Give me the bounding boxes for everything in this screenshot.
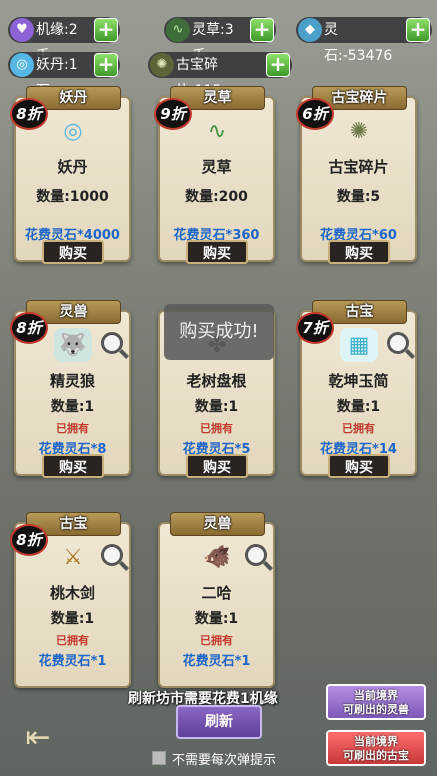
- jade-icon[interactable]: ▦: [340, 328, 378, 362]
- item-quantity: 数量:1000: [36, 189, 109, 205]
- item-name: 灵草: [201, 158, 232, 176]
- shop-card: 古宝 8折 ⚔ 桃木剑 数量:1 已拥有 花费灵石*1: [10, 512, 135, 690]
- shop-card: 古宝碎片 6折 ✺ 古宝碎片 数量:5 花费灵石*60 购买: [296, 86, 421, 264]
- realm-treasure-line2: 可刷出的古宝: [343, 749, 409, 762]
- item-name: 乾坤玉简: [328, 372, 389, 390]
- item-quantity: 数量:1: [50, 399, 95, 415]
- realm-treasure-button[interactable]: 当前境界 可刷出的古宝: [326, 730, 426, 766]
- refresh-button[interactable]: 刷新: [176, 705, 262, 739]
- herb-icon[interactable]: ∿: [198, 114, 236, 148]
- sword-icon[interactable]: ⚔: [54, 540, 92, 574]
- wolf-icon[interactable]: 🐺: [54, 328, 92, 362]
- lingshi-label: 灵石:-53476: [324, 22, 393, 64]
- buy-button[interactable]: 购买: [328, 454, 390, 478]
- exit-icon[interactable]: ⇤: [16, 718, 60, 758]
- item-cost: 花费灵石*1: [38, 654, 107, 669]
- resource-yaodan: ◎ 妖丹:1万 +: [8, 52, 120, 99]
- owned-label: 已拥有: [342, 422, 375, 435]
- resource-jiyuan: ♥ 机缘:2千 +: [8, 17, 120, 64]
- fragment-icon[interactable]: ✺: [340, 114, 378, 148]
- orb-icon[interactable]: ◎: [54, 114, 92, 148]
- shop-card: 妖丹 8折 ◎ 妖丹 数量:1000 花费灵石*4000 购买: [10, 86, 135, 264]
- herb-icon: ∿: [166, 18, 190, 42]
- realm-beast-button[interactable]: 当前境界 可刷出的灵兽: [326, 684, 426, 720]
- realm-beast-line2: 可刷出的灵兽: [343, 703, 409, 716]
- magnifier-icon[interactable]: [101, 544, 123, 566]
- item-name: 二哈: [201, 584, 232, 602]
- owned-label: 已拥有: [200, 422, 233, 435]
- item-name: 精灵狼: [49, 372, 95, 390]
- no-prompt-checkbox[interactable]: [152, 751, 166, 765]
- item-quantity: 数量:1: [50, 611, 95, 627]
- magnifier-icon[interactable]: [245, 544, 267, 566]
- item-quantity: 数量:1: [194, 399, 239, 415]
- item-quantity: 数量:200: [185, 189, 248, 205]
- item-quantity: 数量:1: [336, 399, 381, 415]
- discount-badge: 6折: [296, 98, 334, 130]
- item-name: 桃木剑: [49, 584, 95, 602]
- buy-button[interactable]: 购买: [186, 240, 248, 264]
- buy-button[interactable]: 购买: [328, 240, 390, 264]
- resource-lingcao: ∿ 灵草:3千 +: [164, 17, 276, 64]
- realm-treasure-line1: 当前境界: [354, 735, 398, 748]
- realm-beast-line1: 当前境界: [354, 689, 398, 702]
- item-name: 老树盘根: [186, 372, 247, 390]
- owned-label: 已拥有: [200, 634, 233, 647]
- buy-button[interactable]: 购买: [186, 454, 248, 478]
- add-yaodan-button[interactable]: +: [94, 53, 118, 77]
- add-lingshi-button[interactable]: +: [406, 18, 430, 42]
- item-cost: 花费灵石*1: [182, 654, 251, 669]
- resource-fragment: ✺ 古宝碎片:115 +: [148, 52, 292, 99]
- beast-icon[interactable]: 🐗: [198, 540, 236, 574]
- item-name: 古宝碎片: [328, 158, 389, 176]
- owned-label: 已拥有: [56, 634, 89, 647]
- card-ribbon: 灵兽: [170, 512, 265, 536]
- add-jiyuan-button[interactable]: +: [94, 18, 118, 42]
- magnifier-icon[interactable]: [387, 332, 409, 354]
- resource-lingshi: ◆ 灵石:-53476 +: [296, 17, 432, 64]
- item-quantity: 数量:5: [336, 189, 381, 205]
- buy-button[interactable]: 购买: [42, 454, 104, 478]
- add-lingcao-button[interactable]: +: [250, 18, 274, 42]
- heart-icon: ♥: [10, 18, 34, 42]
- add-fragment-button[interactable]: +: [266, 53, 290, 77]
- owned-label: 已拥有: [56, 422, 89, 435]
- discount-badge: 8折: [10, 524, 48, 556]
- no-prompt-label: 不需要每次弹提示: [172, 753, 277, 768]
- orb-icon: ◎: [10, 53, 34, 77]
- magnifier-icon[interactable]: [101, 332, 123, 354]
- shop-card: 灵草 9折 ∿ 灵草 数量:200 花费灵石*360 购买: [154, 86, 279, 264]
- crystal-icon: ◆: [298, 18, 322, 42]
- purchase-success-toast: 购买成功!: [164, 304, 274, 360]
- discount-badge: 8折: [10, 98, 48, 130]
- item-name: 妖丹: [57, 158, 88, 176]
- buy-button[interactable]: 购买: [42, 240, 104, 264]
- discount-badge: 7折: [296, 312, 334, 344]
- shop-card: 古宝 7折 ▦ 乾坤玉简 数量:1 已拥有 花费灵石*14 购买: [296, 300, 421, 478]
- fragment-icon: ✺: [150, 53, 174, 77]
- shop-card: 灵兽 8折 🐺 精灵狼 数量:1 已拥有 花费灵石*8 购买: [10, 300, 135, 478]
- item-quantity: 数量:1: [194, 611, 239, 627]
- discount-badge: 9折: [154, 98, 192, 130]
- shop-card: 灵兽 🐗 二哈 数量:1 已拥有 花费灵石*1: [154, 512, 279, 690]
- discount-badge: 8折: [10, 312, 48, 344]
